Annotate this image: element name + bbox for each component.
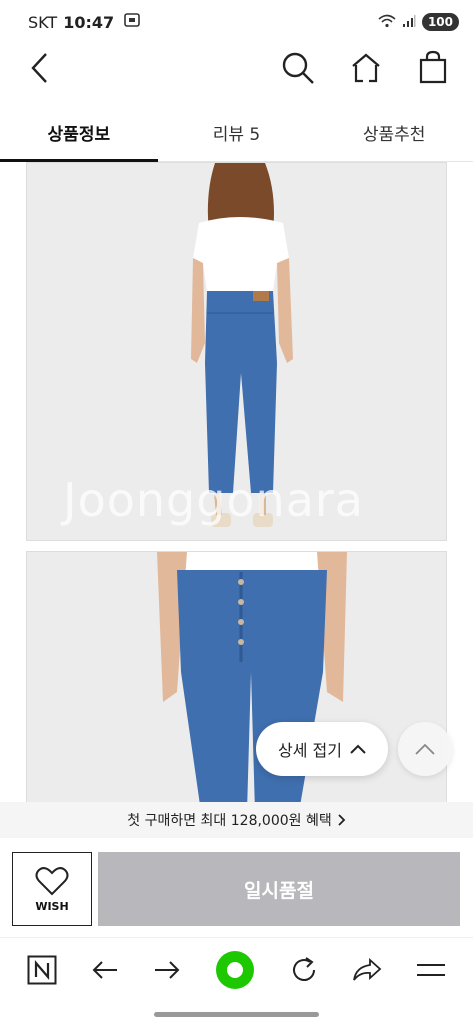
search-button[interactable] xyxy=(278,48,318,88)
share-button[interactable] xyxy=(352,957,382,986)
wish-button[interactable]: WISH xyxy=(12,852,92,926)
hamburger-menu-icon xyxy=(416,964,445,976)
naver-button[interactable] xyxy=(27,955,57,989)
screen-record-icon xyxy=(124,13,140,31)
chevron-up-icon xyxy=(350,744,366,754)
watermark-text: Joonggonara xyxy=(63,473,364,527)
share-arrow-icon xyxy=(352,957,382,981)
tab-reviews[interactable]: 리뷰 5 xyxy=(158,104,316,161)
signal-icon xyxy=(402,13,416,32)
tab-recommendations[interactable]: 상품추천 xyxy=(315,104,473,161)
jeans-front-illustration xyxy=(27,552,446,802)
reload-icon xyxy=(292,957,315,981)
wifi-icon xyxy=(378,13,396,32)
purchase-action-bar: WISH 일시품절 xyxy=(0,838,473,938)
product-detail-content: Joonggonara xyxy=(0,162,473,802)
sold-out-button[interactable]: 일시품절 xyxy=(98,852,460,926)
tab-product-info[interactable]: 상품정보 xyxy=(0,104,158,162)
product-tabs: 상품정보 리뷰 5 상품추천 xyxy=(0,104,473,162)
heart-icon xyxy=(35,866,69,895)
carrier-label: SKT xyxy=(28,12,58,32)
promo-text: 첫 구매하면 최대 128,000원 혜택 xyxy=(127,813,332,829)
browser-toolbar xyxy=(0,940,473,1004)
naver-n-icon xyxy=(27,955,57,985)
search-icon xyxy=(282,52,314,84)
home-indicator[interactable] xyxy=(154,1012,319,1017)
cart-button[interactable] xyxy=(412,46,454,88)
shopping-bag-icon xyxy=(419,50,447,84)
home-button[interactable] xyxy=(346,48,386,88)
menu-button[interactable] xyxy=(416,962,446,982)
scroll-to-top-button[interactable] xyxy=(398,722,452,776)
first-purchase-promo[interactable]: 첫 구매하면 최대 128,000원 혜택 xyxy=(0,802,473,838)
battery-indicator: 100 xyxy=(421,13,459,31)
home-icon xyxy=(352,53,380,83)
browser-back-button[interactable] xyxy=(91,960,119,984)
collapse-details-label: 상세 접기 xyxy=(278,741,342,760)
back-button[interactable] xyxy=(22,48,58,88)
arrow-left-icon xyxy=(92,961,118,979)
green-dot-icon xyxy=(216,951,255,989)
browser-forward-button[interactable] xyxy=(153,960,181,984)
green-dot-button[interactable] xyxy=(215,950,255,994)
back-chevron-icon xyxy=(31,53,47,83)
chevron-right-icon xyxy=(338,814,346,826)
arrow-up-icon xyxy=(415,743,435,755)
reload-button[interactable] xyxy=(290,956,318,988)
arrow-right-icon xyxy=(155,961,180,979)
collapse-details-button[interactable]: 상세 접기 xyxy=(256,722,388,776)
product-photo-front xyxy=(26,551,447,802)
clock: 10:47 xyxy=(63,12,115,32)
product-photo-back: Joonggonara xyxy=(26,162,447,541)
top-navigation xyxy=(0,44,473,90)
status-bar: SKT 10:47 100 xyxy=(0,0,473,44)
wish-label: WISH xyxy=(35,899,69,913)
